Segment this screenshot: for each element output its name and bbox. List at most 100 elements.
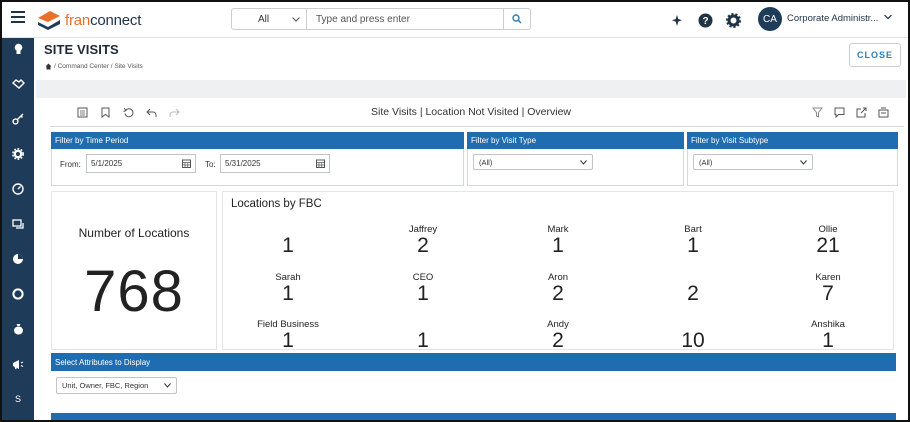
attributes-dropdown[interactable]: Unit, Owner, FBC, Region [56, 377, 177, 394]
fbc-count: 1 [687, 234, 699, 257]
sidebar-item-partners[interactable] [2, 73, 34, 95]
visit-type-filter-header: Filter by Visit Type [467, 132, 684, 149]
from-date-value: 5/1/2025 [91, 159, 123, 168]
fbc-cell: Jaffrey 2 [358, 224, 488, 257]
number-of-locations-value: 768 [84, 259, 184, 324]
fbc-count: 10 [681, 329, 705, 352]
fbc-cell: Sarah 1 [223, 272, 353, 305]
visit-type-filter: (All) [467, 149, 684, 186]
sidebar-item-s[interactable]: S [2, 388, 34, 410]
sidebar-item-marketing[interactable] [2, 353, 34, 375]
sidebar-item-support[interactable] [2, 283, 34, 305]
franconnect-logo-mark-icon [38, 11, 60, 30]
sidebar-item-finance[interactable] [2, 318, 34, 340]
fbc-count: 1 [552, 234, 564, 257]
user-name[interactable]: Corporate Administr... [787, 13, 878, 24]
global-search: All Type and press enter [231, 8, 531, 30]
breadcrumb-path[interactable]: / Command Center / Site Visits [54, 63, 143, 70]
filter-icon[interactable] [811, 106, 824, 119]
fbc-count: 1 [417, 282, 429, 305]
lifebuoy-icon [12, 288, 24, 300]
search-icon [512, 14, 522, 24]
fbc-count: 1 [417, 329, 429, 352]
attributes-value: Unit, Owner, FBC, Region [62, 381, 149, 390]
franconnect-logo[interactable]: franconnect [36, 8, 141, 32]
chat-icon [12, 218, 24, 229]
gear-icon [12, 148, 24, 160]
lightbulb-icon [14, 43, 22, 54]
content-spacer [36, 80, 906, 98]
to-date-input[interactable]: 5/31/2025 [220, 154, 330, 173]
visit-type-dropdown[interactable]: (All) [473, 154, 593, 170]
visit-type-value: (All) [479, 157, 493, 167]
search-scope-value: All [258, 13, 270, 25]
fbc-count: 1 [282, 282, 294, 305]
report-toolbar-right [811, 106, 890, 119]
fbc-cell: CEO 1 [358, 272, 488, 305]
fbc-cell: Mark 1 [493, 224, 623, 257]
breadcrumb: / Command Center / Site Visits [45, 63, 143, 70]
fbc-cell: Ollie 21 [763, 224, 893, 257]
sparkle-ai-icon[interactable] [669, 12, 685, 28]
fbc-count: 2 [687, 282, 699, 305]
page-title: SITE VISITS [44, 42, 119, 57]
handshake-icon [11, 79, 25, 89]
hamburger-menu-icon[interactable] [11, 11, 25, 23]
fbc-count: 21 [816, 234, 840, 257]
fbc-count: 2 [552, 282, 564, 305]
number-of-locations-card: Number of Locations 768 [51, 191, 217, 350]
download-icon[interactable] [877, 106, 890, 119]
fbc-count: 1 [282, 234, 294, 257]
fbc-cell: 10 [628, 319, 758, 352]
search-scope-dropdown[interactable]: All [232, 9, 307, 29]
visit-subtype-dropdown[interactable]: (All) [693, 154, 813, 170]
key-icon [12, 113, 24, 125]
help-icon[interactable]: ? [697, 12, 713, 28]
sidebar-item-dashboard[interactable] [2, 178, 34, 200]
fbc-count: 1 [822, 329, 834, 352]
top-bar: franconnect All Type and press enter ? C… [2, 2, 908, 38]
sidebar-item-settings[interactable] [2, 143, 34, 165]
from-date-input[interactable]: 5/1/2025 [86, 154, 196, 173]
sidebar-item-ideas[interactable] [2, 38, 34, 60]
calendar-icon[interactable] [182, 159, 191, 168]
fbc-cell: Anshika 1 [763, 319, 893, 352]
share-icon[interactable] [855, 106, 868, 119]
visit-subtype-filter-header: Filter by Visit Subtype [687, 132, 898, 149]
report-panel: Site Visits | Location Not Visited | Ove… [36, 98, 906, 420]
sidebar-item-reports[interactable] [2, 248, 34, 270]
fbc-cell: 2 [628, 272, 758, 305]
pie-chart-icon [13, 254, 23, 264]
settings-gear-icon[interactable] [725, 12, 741, 28]
chevron-down-icon [292, 16, 300, 22]
report-title: Site Visits | Location Not Visited | Ove… [371, 106, 571, 118]
number-of-locations-title: Number of Locations [78, 226, 190, 240]
fbc-cell: Field Business 1 [223, 319, 353, 352]
visit-subtype-value: (All) [699, 157, 713, 167]
user-avatar[interactable]: CA [758, 7, 782, 31]
search-button[interactable] [503, 9, 530, 29]
report-divider [50, 126, 904, 127]
money-bag-icon [13, 324, 23, 335]
app-window: franconnect All Type and press enter ? C… [0, 0, 910, 422]
sidebar-item-access[interactable] [2, 108, 34, 130]
close-button[interactable]: CLOSE [849, 43, 901, 67]
calendar-icon[interactable] [316, 159, 325, 168]
locations-by-fbc-title: Locations by FBC [231, 198, 322, 210]
home-icon[interactable] [45, 63, 52, 70]
fbc-count: 1 [282, 329, 294, 352]
fbc-cell: 1 [358, 319, 488, 352]
to-label: To: [205, 160, 216, 169]
visit-subtype-filter: (All) [687, 149, 898, 186]
left-sidebar: S [2, 38, 34, 420]
fbc-cell: Karen 7 [763, 272, 893, 305]
results-table-header [51, 413, 896, 420]
chevron-down-icon[interactable] [884, 14, 892, 20]
fbc-count: 2 [417, 234, 429, 257]
sidebar-item-messages[interactable] [2, 213, 34, 235]
svg-text:?: ? [702, 16, 708, 27]
comment-icon[interactable] [833, 106, 846, 119]
attributes-header: Select Attributes to Display [51, 353, 896, 371]
locations-by-fbc-card: Locations by FBC 1 Jaffrey 2 Mark 1 Bart 1 Olli… [222, 191, 894, 352]
search-input[interactable]: Type and press enter [307, 9, 503, 29]
